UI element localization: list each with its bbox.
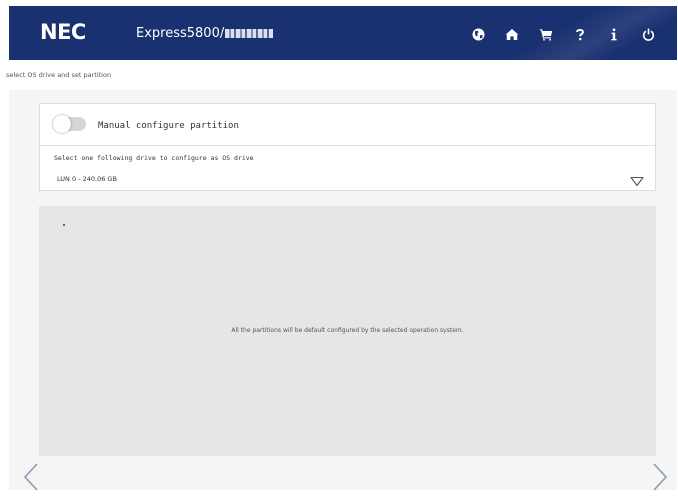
partition-area: All the partitions will be default confi… bbox=[39, 206, 656, 456]
os-drive-select-label: Select one following drive to configure … bbox=[54, 154, 254, 162]
breadcrumb: select OS drive and set partition bbox=[6, 71, 112, 79]
header-toolbar bbox=[461, 25, 665, 43]
chevron-left-icon bbox=[23, 463, 38, 491]
app-header: NEC Express5800/ bbox=[9, 6, 677, 60]
nec-logo: NEC bbox=[40, 20, 86, 44]
product-title-text: Express5800/ bbox=[136, 26, 225, 41]
help-icon[interactable] bbox=[563, 25, 597, 43]
manual-partition-toggle[interactable] bbox=[53, 115, 86, 133]
partition-default-message: All the partitions will be default confi… bbox=[231, 327, 464, 334]
triangle-down-icon bbox=[630, 172, 644, 191]
toggle-knob bbox=[53, 115, 71, 133]
cart-icon[interactable] bbox=[529, 25, 563, 43]
selected-drive-value: LUN 0 - 240.06 GB bbox=[57, 175, 117, 183]
drive-config-panel: Manual configure partition Select one fo… bbox=[39, 103, 656, 191]
model-number-redacted bbox=[225, 29, 274, 38]
product-title: Express5800/ bbox=[136, 26, 274, 41]
globe-icon[interactable] bbox=[461, 25, 495, 43]
power-icon[interactable] bbox=[631, 25, 665, 43]
os-drive-dropdown[interactable]: LUN 0 - 240.06 GB bbox=[50, 169, 646, 187]
chevron-right-icon bbox=[653, 463, 668, 491]
next-page-button[interactable] bbox=[652, 462, 668, 492]
previous-page-button[interactable] bbox=[23, 462, 39, 492]
manual-partition-label: Manual configure partition bbox=[98, 121, 239, 131]
info-icon[interactable] bbox=[597, 25, 631, 43]
dot-marker bbox=[63, 224, 65, 226]
manual-partition-row: Manual configure partition bbox=[40, 104, 655, 146]
home-icon[interactable] bbox=[495, 25, 529, 43]
